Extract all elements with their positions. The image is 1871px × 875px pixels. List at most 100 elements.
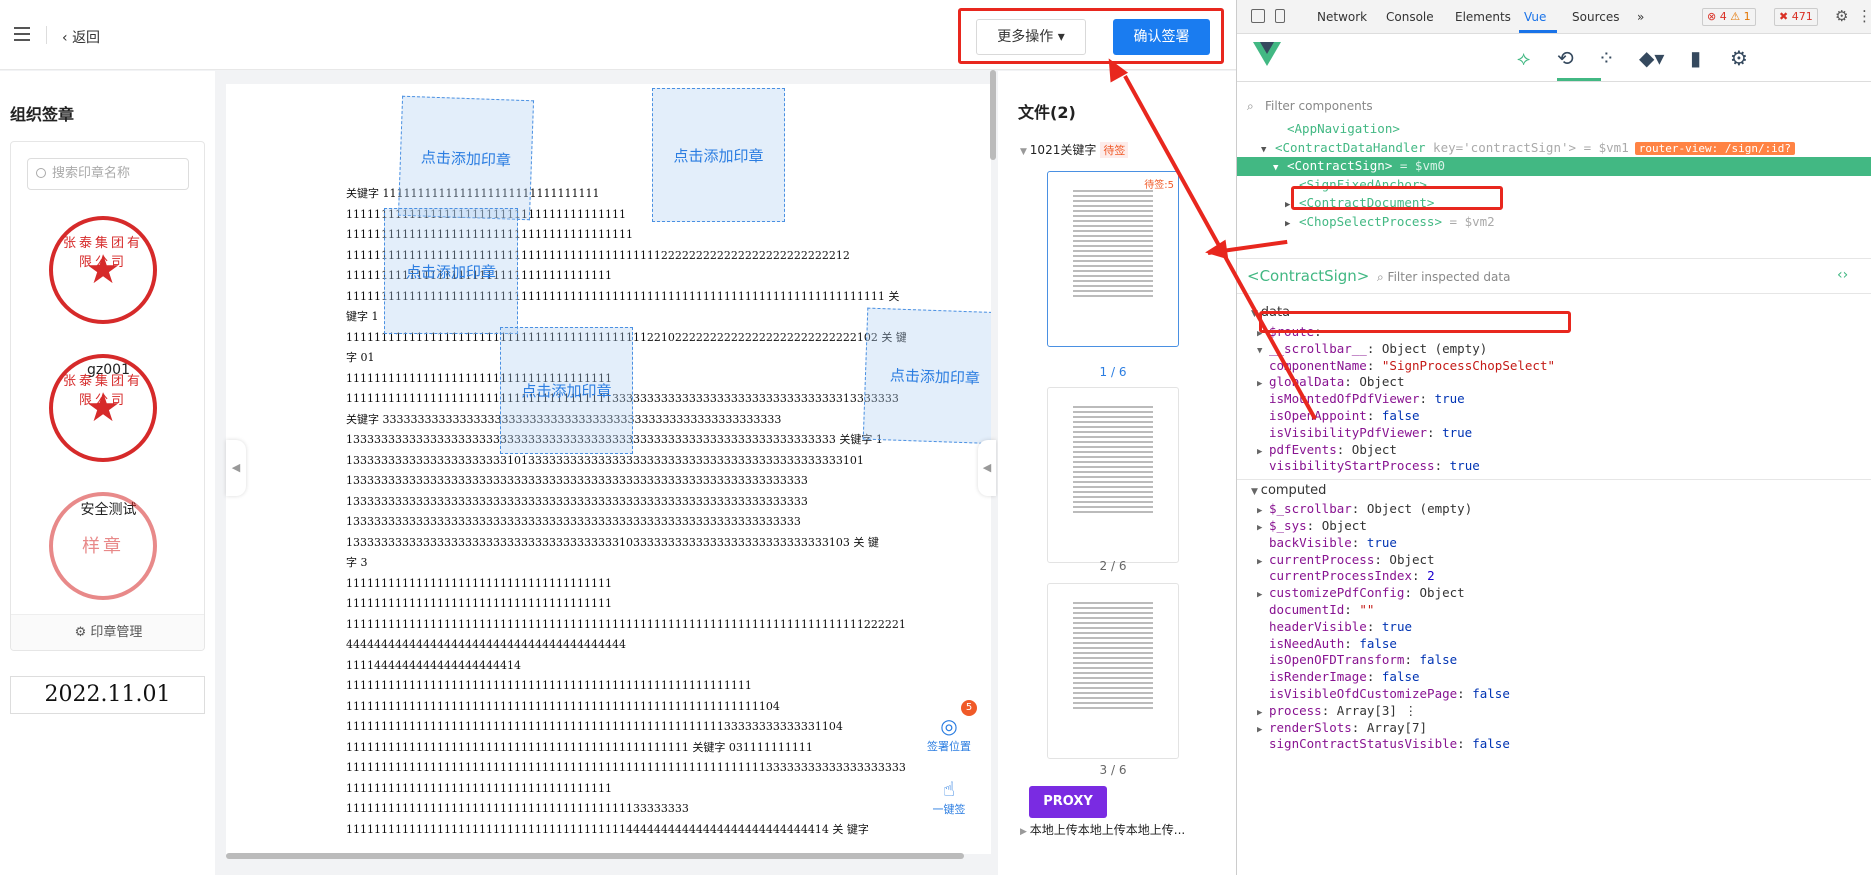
seal-ring-text: 样章 [82,536,124,557]
timeline-icon[interactable]: ⟲ [1557,46,1574,70]
page-label: 2 / 6 [1099,559,1127,573]
performance-icon[interactable]: ▮ [1690,46,1701,70]
sign-position-label: 签署位置 [927,740,971,753]
collapse-right-button[interactable]: ◀ [978,440,996,496]
star-icon: ★ [85,247,121,293]
chevron-left-icon: ‹ [62,30,73,46]
property-colon: : [1344,635,1360,651]
back-button[interactable]: ‹ 返回 [62,27,100,47]
state-property[interactable]: ▶ currentProcess: Object [1237,552,1871,569]
seal-manage-button[interactable]: ⚙ 印章管理 [11,614,204,650]
property-colon: : [1412,568,1428,584]
state-property[interactable]: ▶ globalData: Object [1237,374,1871,391]
property-value: Object [1351,441,1397,457]
collapse-left-button[interactable]: ◀ [226,440,246,496]
document-horizontal-scrollbar[interactable] [226,853,964,859]
property-colon: : [1366,618,1382,634]
file-item[interactable]: ▶ 本地上传本地上传本地上传... [1020,821,1185,838]
tab-vue[interactable]: Vue [1524,10,1546,24]
data-props-list: ▶ $route: ▼ __scrollbar__: Object (empty) c… [1237,324,1871,475]
sign-position-button[interactable]: ◎ 签署位置 [921,714,977,754]
property-key: isVisibilityPdfViewer [1269,424,1428,440]
state-property: isVisibleOfdCustomizePage: false [1237,686,1871,703]
tab-console[interactable]: Console [1386,10,1434,24]
tab-network[interactable]: Network [1317,10,1367,24]
menu-icon[interactable] [14,27,30,41]
page-thumbnail[interactable] [1047,387,1179,563]
components-icon[interactable]: ⟡ [1517,46,1530,70]
page-thumbnail[interactable] [1047,583,1179,759]
gear-icon: ⚙ [74,625,91,640]
property-colon: : [1351,501,1367,517]
property-value: 2 [1427,568,1435,584]
state-property[interactable]: ▶ $_sys: Object [1237,518,1871,535]
chevron-right-icon[interactable]: ▶ [1285,215,1299,234]
seal-image[interactable]: 张泰集团有限公司 ★ [49,354,157,462]
proxy-button[interactable]: PROXY [1029,786,1107,818]
seal-zone[interactable]: 点击添加印章 [862,307,991,445]
component-ref: > = $vm1 [1568,139,1629,155]
seal-zone[interactable]: 点击添加印章 [500,327,633,454]
property-colon: : [1457,685,1473,701]
document-line: 1111111111111111111111111111111111111111… [346,617,906,631]
state-property: isVisibilityPdfViewer: true [1237,425,1871,442]
tab-sources[interactable]: Sources [1572,10,1619,24]
tree-node[interactable]: ▼ <ContractSign> = $vm0 [1237,157,1871,176]
tree-node[interactable]: <AppNavigation> [1237,120,1871,139]
seal-search-input[interactable]: 搜索印章名称 [27,158,189,190]
state-property[interactable]: ▼ __scrollbar__: Object (empty) [1237,341,1871,358]
tree-node[interactable]: ▼ <ContractDataHandler key='contractSign'… [1237,139,1871,158]
property-colon: : [1366,407,1382,423]
state-property: currentProcessIndex: 2 [1237,568,1871,585]
filter-inspected-data-input[interactable]: ⌕ Filter inspected data [1377,270,1510,285]
state-property[interactable]: ▶ process: Array[3] ⋮ [1237,703,1871,720]
property-value: "" [1359,601,1375,617]
state-property[interactable]: ▶ customizePdfConfig: Object [1237,585,1871,602]
property-colon: : [1336,441,1352,457]
filter-components-input[interactable]: ⌕ Filter components [1237,92,1871,120]
property-colon: : [1374,551,1390,567]
date-stamp[interactable]: 2022.11.01 [10,676,205,714]
one-key-sign-button[interactable]: ☝ 一键签 [921,777,977,817]
vue-devtools-toolbar: ⟡ ⟲ ⁘ ◆▾ ▮ ⚙ [1237,34,1871,82]
document-line: 1111111111111111111111111111111111111111… [346,740,813,754]
property-key: globalData [1269,374,1345,390]
chevron-down-icon: ▼ [1257,345,1263,356]
document-viewer[interactable]: 关键字 1111111111111111111111111111111 11111… [226,84,991,854]
more-tabs-button[interactable]: » [1637,10,1644,24]
seal-zone[interactable]: 点击添加印章 [652,88,785,222]
page-thumbnail[interactable]: 待签:5 [1047,171,1179,347]
chevron-down-icon[interactable]: ▼ [1273,159,1287,178]
inspect-icon[interactable] [1251,9,1265,23]
settings-icon[interactable]: ⚙ [1730,46,1748,70]
seal-zone[interactable]: 点击添加印章 [397,95,535,221]
property-value: true [1442,424,1473,440]
device-icon[interactable] [1275,9,1285,23]
state-property[interactable]: ▶ renderSlots: Array[7] [1237,720,1871,737]
tab-elements[interactable]: Elements [1455,10,1511,24]
more-vertical-icon[interactable]: ⋮ [1857,7,1871,25]
error-warning-counter[interactable]: ⊗ 4 ⚠ 1 [1702,8,1756,26]
seal-image[interactable]: 样章 [49,492,157,600]
chevron-down-icon: ▼ [1020,147,1030,157]
plugins-icon[interactable]: ⁘ [1598,46,1615,70]
file-name: 本地上传本地上传本地上传... [1029,823,1186,837]
file-item[interactable]: ▼ 1021关键字 待签 [1020,141,1129,158]
seal-zone[interactable]: 点击添加印章 [384,208,518,334]
active-view-indicator [1557,78,1601,81]
seal-image[interactable]: 张泰集团有限公司 ★ [49,216,157,324]
file-panel-title: 文件(2) [1018,103,1076,122]
open-in-editor-icon[interactable]: ‹› [1837,267,1848,283]
chevron-right-icon: ▶ [1020,827,1030,837]
state-property[interactable]: ▶ pdfEvents: Object [1237,442,1871,459]
tree-node[interactable]: ▶ <ChopSelectProcess> = $vm2 [1237,213,1871,232]
property-colon: : [1321,702,1337,718]
routing-icon[interactable]: ◆▾ [1639,46,1664,70]
document-line: 4444444444444444444444444444444444444444 [346,638,626,651]
computed-section-header[interactable]: ▼ computed [1237,479,1871,501]
document-vertical-scrollbar[interactable] [990,70,996,160]
property-colon: : [1419,391,1435,407]
settings-gear-icon[interactable]: ⚙ [1835,7,1848,25]
state-property[interactable]: ▶ $_scrollbar: Object (empty) [1237,501,1871,518]
issues-counter[interactable]: ✖ 471 [1774,8,1818,26]
